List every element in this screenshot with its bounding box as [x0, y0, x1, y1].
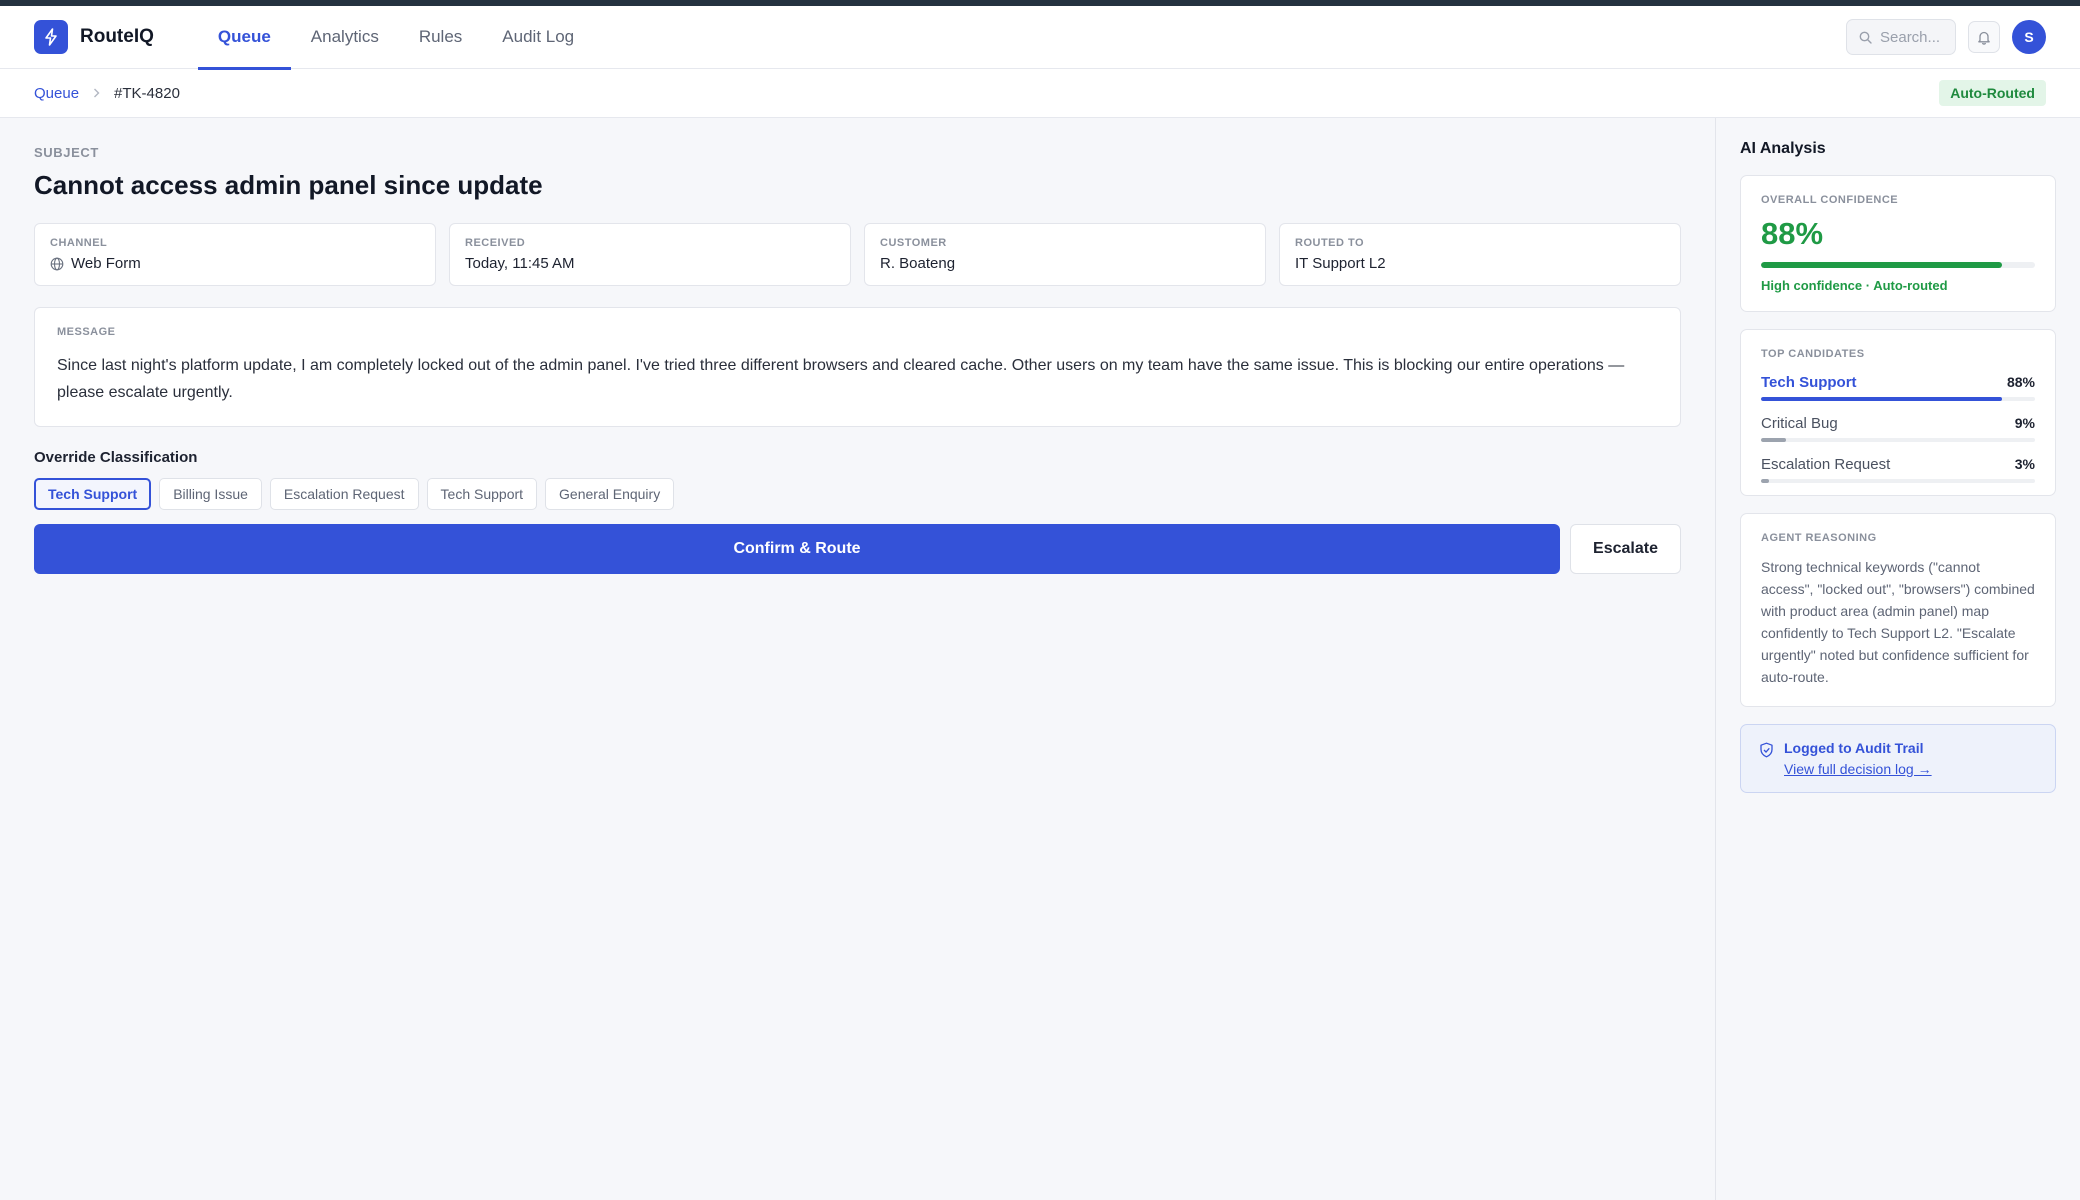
candidates-label: TOP CANDIDATES: [1761, 348, 1865, 360]
meta-routed-to: ROUTED TO IT Support L2: [1279, 223, 1681, 286]
candidates-card: TOP CANDIDATES Tech Support 88% Critical…: [1740, 329, 2056, 496]
search-placeholder: Search...: [1880, 28, 1941, 46]
tab-analytics[interactable]: Analytics: [291, 6, 399, 69]
reasoning-text: Strong technical keywords ("cannot acces…: [1761, 559, 2035, 685]
reasoning-card: AGENT REASONING Strong technical keyword…: [1740, 513, 2056, 707]
escalate-button[interactable]: Escalate: [1570, 524, 1681, 574]
ticket-detail: SUBJECT Cannot access admin panel since …: [0, 118, 1715, 1200]
meta-channel: CHANNEL Web Form: [34, 223, 436, 286]
candidate-pct: 9%: [2014, 415, 2035, 431]
candidate-bar: [1761, 479, 2035, 483]
logo[interactable]: RouteIQ: [34, 20, 154, 54]
meta-label: CHANNEL: [50, 237, 108, 249]
confidence-value: 88%: [1761, 216, 1824, 251]
candidate-bar-fill: [1761, 438, 1786, 442]
notifications-button[interactable]: [1968, 21, 2000, 53]
main-nav: Queue Analytics Rules Audit Log: [197, 6, 594, 70]
candidate-name: Critical Bug: [1761, 415, 1838, 432]
candidate-pct: 3%: [2014, 456, 2035, 472]
customer-value: R. Boateng: [880, 255, 956, 272]
audit-title: Logged to Audit Trail: [1784, 740, 1924, 756]
app-header: RouteIQ Queue Analytics Rules Audit Log …: [0, 6, 2080, 70]
meta-label: ROUTED TO: [1295, 237, 1365, 249]
globe-icon: [50, 257, 64, 270]
meta-received: RECEIVED Today, 11:45 AM: [449, 223, 851, 286]
search-icon: [1859, 31, 1872, 44]
candidate-bar: [1761, 438, 2035, 442]
action-bar: Confirm & Route Escalate: [34, 524, 1681, 574]
candidate-item: Tech Support 88%: [1761, 374, 2035, 401]
override-options: Tech Support Billing Issue Escalation Re…: [34, 478, 1681, 510]
message-body: Since last night's platform update, I am…: [57, 357, 1625, 401]
confidence-bar-fill: [1761, 262, 2003, 268]
search-input[interactable]: Search...: [1846, 19, 1956, 55]
meta-customer: CUSTOMER R. Boateng: [864, 223, 1266, 286]
bell-icon: [1978, 31, 1990, 45]
candidate-item: Critical Bug 9%: [1761, 415, 2035, 442]
tab-audit-log[interactable]: Audit Log: [482, 6, 594, 69]
audit-trail-notice: Logged to Audit Trail View full decision…: [1740, 724, 2056, 793]
subject-label: SUBJECT: [34, 145, 99, 160]
tab-rules[interactable]: Rules: [399, 6, 482, 69]
shield-check-icon: [1760, 742, 1773, 758]
override-option-escalation-request[interactable]: Escalation Request: [269, 478, 419, 510]
message-label: MESSAGE: [57, 326, 116, 338]
status-badge: Auto-Routed: [1939, 80, 2046, 106]
page-title: Cannot access admin panel since update: [34, 170, 543, 200]
candidate-bar-fill: [1761, 397, 2003, 401]
avatar[interactable]: S: [2012, 20, 2046, 54]
breadcrumb-ticket-id: #TK-4820: [114, 84, 180, 102]
override-option-billing-issue[interactable]: Billing Issue: [159, 478, 262, 510]
breadcrumb-queue-link[interactable]: Queue: [34, 85, 79, 102]
breadcrumb: Queue #TK-4820 Auto-Routed: [0, 69, 2080, 118]
analysis-title: AI Analysis: [1740, 140, 1826, 157]
routed-to-value: IT Support L2: [1295, 255, 1386, 272]
meta-label: CUSTOMER: [880, 237, 947, 249]
confidence-label: OVERALL CONFIDENCE: [1761, 194, 1899, 206]
confirm-route-button[interactable]: Confirm & Route: [34, 524, 1560, 574]
message-card: MESSAGE Since last night's platform upda…: [34, 307, 1681, 427]
candidate-item: Escalation Request 3%: [1761, 456, 2035, 483]
meta-value: Web Form: [50, 255, 420, 272]
override-option-general-enquiry[interactable]: General Enquiry: [545, 478, 675, 510]
meta-label: RECEIVED: [465, 237, 526, 249]
confidence-card: OVERALL CONFIDENCE 88% High confidence ·…: [1740, 175, 2056, 312]
override-title: Override Classification: [34, 449, 198, 466]
override-option-tech-support-2[interactable]: Tech Support: [426, 478, 538, 510]
received-value: Today, 11:45 AM: [465, 255, 575, 272]
ai-analysis-panel: AI Analysis OVERALL CONFIDENCE 88% High …: [1715, 118, 2080, 1200]
app-name: RouteIQ: [80, 26, 154, 47]
override-option-tech-support[interactable]: Tech Support: [34, 478, 152, 510]
reasoning-label: AGENT REASONING: [1761, 532, 1877, 544]
candidate-bar-fill: [1761, 479, 1770, 483]
candidate-name: Escalation Request: [1761, 456, 1891, 473]
decision-log-link[interactable]: View full decision log →: [1784, 761, 1932, 777]
candidate-pct: 88%: [2006, 374, 2035, 390]
tab-queue[interactable]: Queue: [197, 6, 291, 70]
bolt-icon: [34, 20, 68, 54]
confidence-bar: [1761, 262, 2035, 268]
ticket-meta: CHANNEL Web Form RECEIVED Today, 11:45 A…: [34, 223, 1681, 286]
candidate-bar: [1761, 397, 2035, 401]
chevron-right-icon: [93, 86, 100, 101]
candidate-name: Tech Support: [1761, 374, 1857, 391]
header-actions: Search... S: [1846, 19, 2046, 55]
confidence-note: High confidence · Auto-routed: [1761, 278, 1948, 293]
channel-value: Web Form: [71, 255, 141, 272]
